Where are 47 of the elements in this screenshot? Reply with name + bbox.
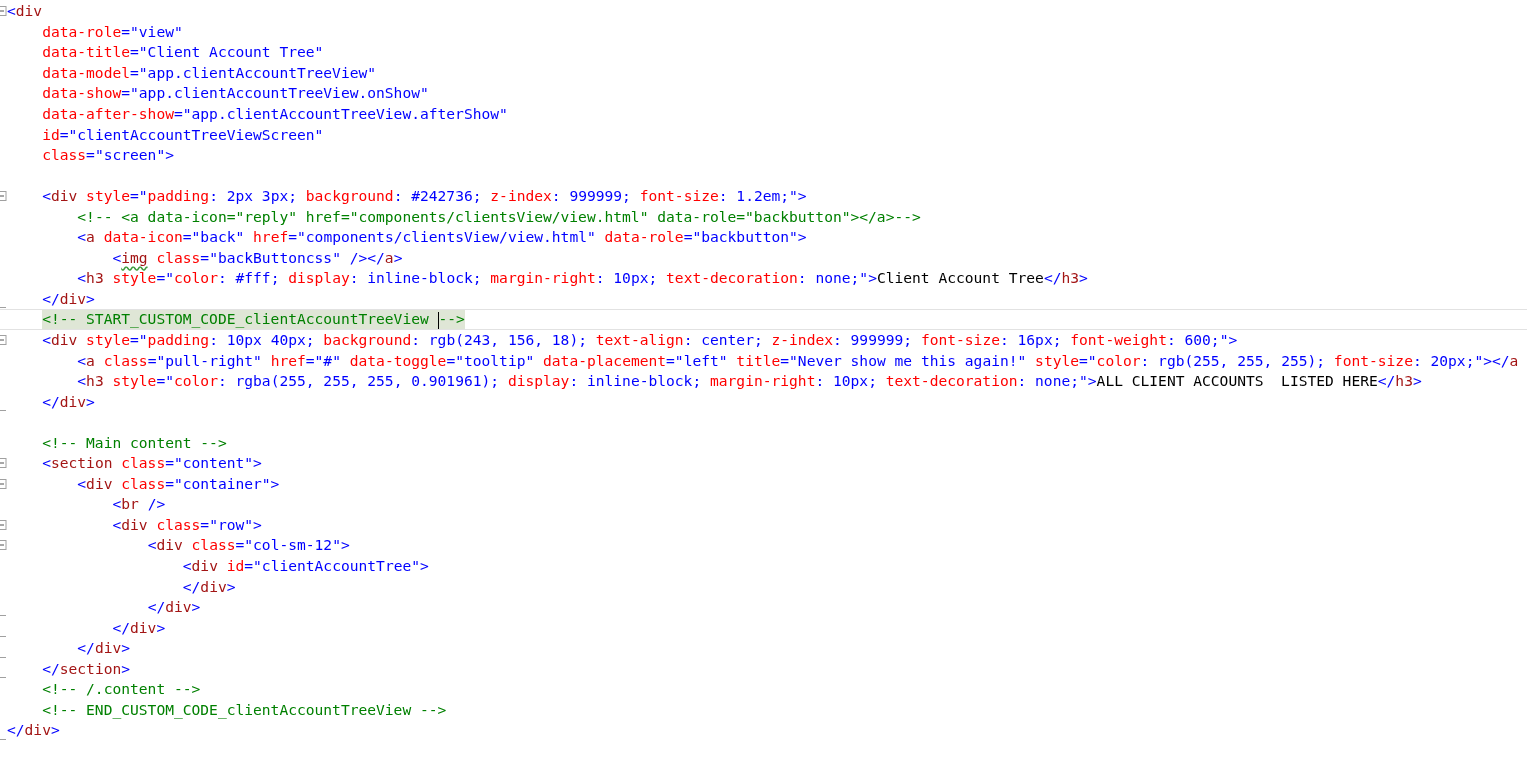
fold-end-icon: [0, 307, 6, 310]
code-line: <!-- <a data-icon="reply" href="components/clientsView/view.html" data-role="backbutton"></a>-->: [77, 207, 921, 226]
code-line: <a class="pull-right" href="#" data-toggle="tooltip" data-placement="left" title="Never show me this again!" style="color: rgb(255, 255, 255); font-size: 20px;"></a: [77, 351, 1519, 370]
code-line: <div class="container">: [77, 474, 280, 493]
code-line: <div id="clientAccountTree">: [182, 557, 429, 576]
code-line: data-role="view": [42, 22, 183, 41]
code-line: </div>: [147, 598, 201, 617]
code-line: <div class="col-sm-12">: [147, 536, 350, 555]
collapse-icon[interactable]: [0, 190, 7, 201]
fold-end-icon: [0, 677, 6, 680]
collapse-icon[interactable]: [0, 478, 7, 489]
code-line: class="screen">: [42, 146, 174, 165]
code-line: <!-- END_CUSTOM_CODE_clientAccountTreeView -->: [42, 700, 447, 719]
collapse-icon[interactable]: [0, 6, 7, 16]
code-line: <div style="padding: 10px 40px; background: rgb(243, 156, 18); text-align: center; z-index: 999999; font-size: 16px; font-weight: 600;">: [42, 331, 1238, 349]
code-line: </div>: [77, 639, 131, 658]
code-line: id="clientAccountTreeViewScreen": [42, 125, 324, 144]
code-line: data-model="app.clientAccountTreeView": [42, 63, 377, 82]
code-line: </div>: [42, 289, 95, 308]
fold-end-icon: [0, 738, 6, 741]
code-line: <img class="backButtoncss" /></a>: [112, 248, 403, 267]
collapse-icon[interactable]: [0, 458, 7, 469]
fold-end-icon: [0, 635, 6, 638]
code-line: </div>: [42, 392, 95, 411]
code-line: </div>: [182, 577, 236, 596]
code-line: </div>: [112, 618, 166, 637]
code-line: <h3 style="color: rgba(255, 255, 255, 0.901961); display: inline-block; margin-right: 10px; text-decoration: none;">ALL CLIENT ACCOUNTS LISTED HERE</h3>: [77, 372, 1422, 391]
fold-end-icon: [0, 656, 6, 659]
code-line: <div: [7, 2, 43, 21]
code-line: data-show="app.clientAccountTreeView.onShow": [42, 84, 429, 103]
code-line: <!-- /.content -->: [42, 680, 201, 699]
code-line: </section>: [42, 659, 131, 678]
code-line: <h3 style="color: #fff; display: inline-block; margin-right: 10px; text-decoration: none;">Client Account Tree</h3>: [77, 269, 1088, 288]
code-line: <section class="content">: [42, 454, 262, 473]
collapse-icon[interactable]: [0, 540, 7, 551]
fold-end-icon: [0, 615, 6, 618]
fold-end-icon: [0, 409, 6, 412]
collapse-icon[interactable]: [0, 334, 7, 345]
collapse-icon[interactable]: [0, 519, 7, 530]
code-line: <!-- Main content -->: [42, 433, 227, 452]
code-line: <br />: [112, 495, 166, 514]
code-line: data-after-show="app.clientAccountTreeView.afterShow": [42, 105, 508, 123]
code-line: data-title="Client Account Tree": [42, 43, 324, 62]
code-line: <a data-icon="back" href="components/clientsView/view.html" data-role="backbutton">: [77, 228, 807, 247]
code-line: <div class="row">: [112, 515, 262, 534]
code-line: </div>: [7, 721, 60, 740]
code-line: <div style="padding: 2px 3px; background: #242736; z-index: 999999; font-size: 1.2em;">: [42, 187, 807, 206]
